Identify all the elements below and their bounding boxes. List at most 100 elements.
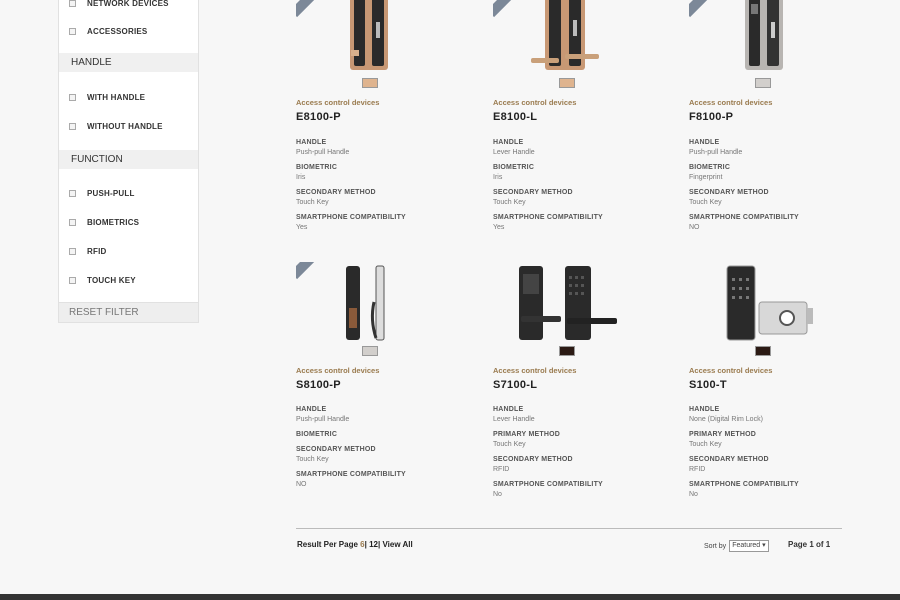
filter-option-rfid[interactable]: RFID [69,247,106,256]
checkbox[interactable] [69,123,76,130]
color-swatch[interactable] [755,78,771,88]
spec-value: Touch Key [689,199,722,206]
product-image[interactable] [689,262,859,346]
product-model[interactable]: S100-T [689,379,727,391]
spec-value: Touch Key [493,441,526,448]
spec-label: BIOMETRIC [296,431,338,438]
filter-option-biometrics[interactable]: BIOMETRICS [69,218,139,227]
spec-label: PRIMARY METHOD [689,431,756,438]
checkbox[interactable] [69,190,76,197]
spec-label: HANDLE [689,139,720,146]
results-per-page-label: Result Per Page [297,540,358,549]
sort-select[interactable]: Featured ▾ [729,540,769,552]
filter-option-with-handle[interactable]: WITH HANDLE [69,93,145,102]
spec-value: NO [689,224,700,231]
spec-label: PRIMARY METHOD [493,431,560,438]
filter-label: TOUCH KEY [87,276,136,285]
spec-value: RFID [689,466,706,473]
spec-label: SMARTPHONE COMPATIBILITY [493,481,603,488]
spec-value: Lever Handle [493,416,535,423]
spec-label: BIOMETRIC [493,164,535,171]
spec-value: Push-pull Handle [689,149,743,156]
product-category: Access control devices [296,98,380,107]
color-swatch[interactable] [362,346,378,356]
product-image[interactable] [296,262,466,346]
filter-label: ACCESSORIES [87,27,148,36]
filter-label: BIOMETRICS [87,218,140,227]
filter-option-touch-key[interactable]: TOUCH KEY [69,276,136,285]
filter-option-without-handle[interactable]: WITHOUT HANDLE [69,122,163,131]
spec-value: No [493,491,502,498]
filter-label: PUSH-PULL [87,189,135,198]
product-model[interactable]: E8100-L [493,111,537,123]
spec-value: Yes [493,224,505,231]
door-lock-illustration [519,266,617,340]
door-lock-illustration [745,0,783,70]
filter-label: RFID [87,247,107,256]
results-per-page: Result Per Page 6| 12| View All [297,540,413,549]
product-category: Access control devices [689,98,773,107]
view-all-link[interactable]: View All [382,540,412,549]
spec-value: Push-pull Handle [296,416,350,423]
spec-value: Touch Key [296,199,329,206]
spec-value: Fingerprint [689,174,723,181]
spec-label: HANDLE [493,406,524,413]
product-category: Access control devices [689,366,773,375]
color-swatch[interactable] [559,78,575,88]
door-lock-illustration [350,0,388,70]
product-image[interactable] [296,0,466,78]
spec-label: SMARTPHONE COMPATIBILITY [689,481,799,488]
spec-value: Yes [296,224,308,231]
site-footer [0,594,900,600]
spec-label: BIOMETRIC [296,164,338,171]
spec-label: SECONDARY METHOD [493,189,573,196]
product-model[interactable]: S7100-L [493,379,537,391]
color-swatch[interactable] [362,78,378,88]
checkbox[interactable] [69,28,76,35]
color-swatch[interactable] [755,346,771,356]
product-category: Access control devices [493,366,577,375]
door-lock-illustration [726,265,813,341]
spec-value: Touch Key [689,441,722,448]
spec-label: SECONDARY METHOD [493,456,573,463]
spec-value: Touch Key [493,199,526,206]
product-image[interactable] [689,0,859,78]
product-image[interactable] [493,262,663,346]
spec-label: SECONDARY METHOD [689,189,769,196]
product-image[interactable] [493,0,663,78]
spec-label: SECONDARY METHOD [296,446,376,453]
product-category: Access control devices [493,98,577,107]
spec-value: None (Digital Rim Lock) [689,416,763,423]
color-swatch[interactable] [559,346,575,356]
spec-label: SMARTPHONE COMPATIBILITY [296,471,406,478]
spec-label: BIOMETRIC [689,164,731,171]
spec-label: SECONDARY METHOD [296,189,376,196]
product-model[interactable]: S8100-P [296,379,341,391]
filter-sidebar: NETWORK DEVICES ACCESSORIES HANDLE WITH … [58,0,199,323]
product-model[interactable]: E8100-P [296,111,341,123]
checkbox[interactable] [69,0,76,7]
filter-group-handle: HANDLE [59,53,198,72]
spec-value: No [689,491,698,498]
per-page-12-link[interactable]: 12 [369,540,378,549]
checkbox[interactable] [69,219,76,226]
filter-option-network-devices[interactable]: NETWORK DEVICES [69,0,169,8]
spec-value: NO [296,481,307,488]
results-divider [296,528,842,529]
filter-option-push-pull[interactable]: PUSH-PULL [69,189,135,198]
product-model[interactable]: F8100-P [689,111,733,123]
checkbox[interactable] [69,94,76,101]
sort-label: Sort by [704,542,727,550]
spec-value: Lever Handle [493,149,535,156]
reset-filter-button[interactable]: RESET FILTER [59,302,198,322]
filter-option-accessories[interactable]: ACCESSORIES [69,27,147,36]
per-page-6-link[interactable]: 6 [360,540,364,549]
door-lock-illustration [346,265,385,341]
spec-label: SECONDARY METHOD [689,456,769,463]
sort-value: Featured [732,542,761,549]
checkbox[interactable] [69,277,76,284]
checkbox[interactable] [69,248,76,255]
filter-label: NETWORK DEVICES [87,0,169,8]
sort-control: Sort by Featured ▾ [704,540,769,552]
product-category: Access control devices [296,366,380,375]
